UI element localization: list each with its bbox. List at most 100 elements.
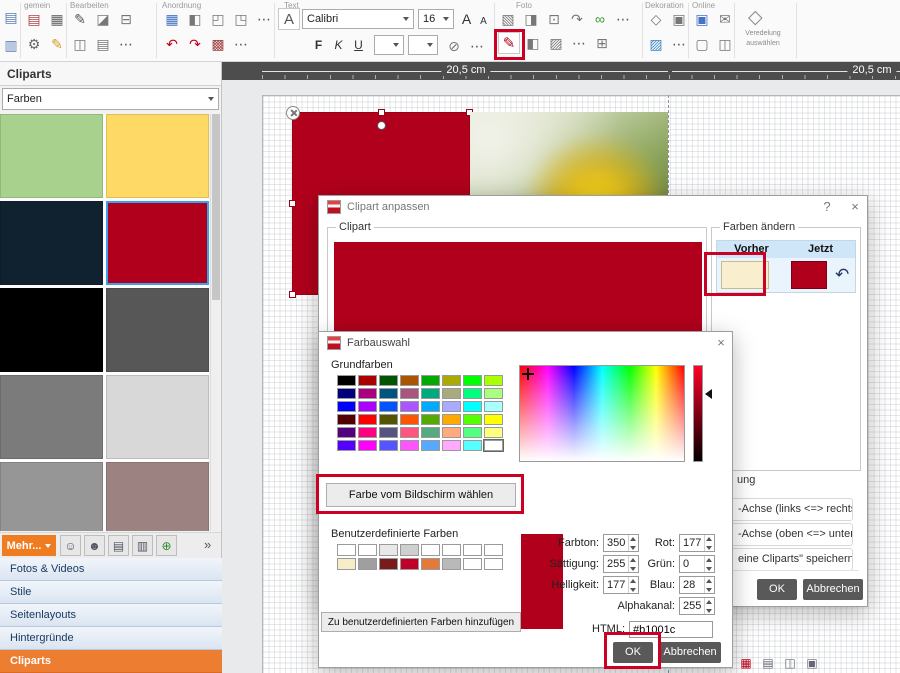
zoom-icon[interactable]: ▣: [804, 655, 820, 671]
brightness-slider-marker[interactable]: [705, 389, 712, 399]
blue-spinbox[interactable]: 28: [679, 576, 715, 594]
color-swatch[interactable]: [442, 388, 461, 399]
spinner-arrows[interactable]: [704, 598, 714, 614]
color-swatch[interactable]: [0, 462, 103, 531]
more-icon[interactable]: ⋯: [569, 32, 589, 54]
project-icon[interactable]: ▤: [24, 8, 44, 30]
decrease-font-button[interactable]: A: [475, 11, 492, 31]
cloud-icon[interactable]: ▣: [692, 8, 712, 30]
color-swatch[interactable]: [484, 440, 503, 451]
more-icon[interactable]: ⋯: [467, 35, 487, 57]
color-swatch[interactable]: [421, 401, 440, 412]
frame-icon[interactable]: ▢: [692, 33, 712, 55]
flip-icon[interactable]: ◧: [523, 32, 543, 54]
color-swatch[interactable]: [358, 375, 377, 386]
font-family-select[interactable]: Calibri: [302, 9, 414, 29]
spread-icon[interactable]: ▤: [760, 655, 776, 671]
color-swatch[interactable]: [337, 414, 356, 425]
color-swatch[interactable]: [421, 544, 440, 556]
color-swatch[interactable]: [484, 427, 503, 438]
grid-icon[interactable]: ▦: [162, 8, 182, 30]
delete-icon[interactable]: ⊟: [116, 8, 136, 30]
color-swatch[interactable]: [337, 388, 356, 399]
ok-button[interactable]: OK: [757, 579, 797, 600]
sidebar-item-seitenlayouts[interactable]: Seitenlayouts: [0, 604, 222, 627]
print-icon[interactable]: ▤: [108, 535, 129, 556]
hue-spinbox[interactable]: 350: [603, 534, 639, 552]
clipart-filter-select[interactable]: Farben: [2, 88, 219, 110]
background-icon[interactable]: ▨: [646, 33, 666, 55]
sidebar-item-hintergruende[interactable]: Hintergründe: [0, 627, 222, 650]
undo-color-icon[interactable]: ↶: [835, 265, 849, 285]
color-swatch[interactable]: [337, 401, 356, 412]
spinner-arrows[interactable]: [704, 577, 714, 593]
remove-grid-icon[interactable]: ▩: [208, 33, 228, 55]
sidebar-item-fotos-videos[interactable]: Fotos & Videos: [0, 558, 222, 581]
rotate-icon[interactable]: ↷: [567, 8, 587, 30]
layers-icon[interactable]: ▥: [1, 34, 21, 56]
align-icon[interactable]: ◧: [185, 8, 205, 30]
more-icon[interactable]: ⋯: [231, 33, 251, 55]
color-swatch[interactable]: [400, 375, 419, 386]
color-swatch[interactable]: [358, 544, 377, 556]
before-color-swatch[interactable]: [721, 261, 769, 289]
embellishment-icon[interactable]: ◇: [748, 6, 763, 29]
dialog-titlebar[interactable]: Clipart anpassen ? ×: [319, 196, 867, 218]
color-swatch[interactable]: [400, 401, 419, 412]
close-icon[interactable]: ×: [847, 199, 863, 215]
color-swatch[interactable]: [463, 427, 482, 438]
color-swatch[interactable]: [337, 558, 356, 570]
sidebar-item-cliparts[interactable]: Cliparts: [0, 650, 222, 673]
clear-format-icon[interactable]: ⊘: [444, 35, 464, 57]
italic-button[interactable]: K: [330, 35, 347, 55]
pages-icon[interactable]: ▦: [738, 655, 754, 671]
shape-icon[interactable]: ◇: [646, 8, 666, 30]
brightness-slider[interactable]: [693, 365, 703, 462]
color-swatch[interactable]: [379, 414, 398, 425]
book-icon[interactable]: ▥: [132, 535, 153, 556]
color-swatch[interactable]: [400, 544, 419, 556]
align-select[interactable]: [374, 35, 404, 55]
color-swatch[interactable]: [484, 388, 503, 399]
photo-frame-icon[interactable]: ⊡: [544, 8, 564, 30]
edit-icon[interactable]: ✎: [70, 8, 90, 30]
color-swatch[interactable]: [400, 558, 419, 570]
color-swatch[interactable]: [463, 388, 482, 399]
color-swatch[interactable]: [379, 427, 398, 438]
sidebar-item-stile[interactable]: Stile: [0, 581, 222, 604]
color-swatch[interactable]: [400, 414, 419, 425]
scrollbar-thumb[interactable]: [212, 114, 220, 300]
color-swatch[interactable]: [400, 440, 419, 451]
more-icon[interactable]: ⋯: [613, 8, 633, 30]
spacing-select[interactable]: [408, 35, 438, 55]
now-color-swatch[interactable]: [791, 261, 827, 289]
saturation-spinbox[interactable]: 255: [603, 555, 639, 573]
color-swatch[interactable]: [400, 427, 419, 438]
photo-effects-icon[interactable]: ▧: [498, 8, 518, 30]
send-back-icon[interactable]: ◳: [231, 8, 251, 30]
color-swatch[interactable]: [106, 375, 209, 459]
spinner-arrows[interactable]: [628, 556, 638, 572]
more-icon[interactable]: ⋯: [254, 8, 274, 30]
color-swatch[interactable]: [358, 440, 377, 451]
html-color-input[interactable]: [629, 621, 713, 638]
color-swatch[interactable]: [337, 427, 356, 438]
cancel-button[interactable]: Abbrechen: [659, 642, 721, 663]
color-swatch[interactable]: [421, 440, 440, 451]
settings-icon[interactable]: ⚙: [24, 33, 44, 55]
copy-icon[interactable]: ◫: [70, 33, 90, 55]
color-swatch[interactable]: [379, 388, 398, 399]
recolor-clipart-icon[interactable]: ✎: [498, 32, 520, 54]
color-swatch[interactable]: [463, 401, 482, 412]
color-swatch[interactable]: [421, 388, 440, 399]
bring-front-icon[interactable]: ◰: [208, 8, 228, 30]
pick-screen-color-button[interactable]: Farbe vom Bildschirm wählen: [326, 483, 516, 507]
rotate-handle[interactable]: [377, 121, 386, 130]
spinner-arrows[interactable]: [628, 535, 638, 551]
color-swatch[interactable]: [379, 544, 398, 556]
more-button[interactable]: Mehr...: [2, 535, 56, 556]
color-swatch[interactable]: [442, 414, 461, 425]
color-swatch[interactable]: [0, 375, 103, 459]
add-custom-color-button[interactable]: Zu benutzerdefinierten Farben hinzufügen: [321, 612, 521, 632]
color-swatch[interactable]: [442, 401, 461, 412]
